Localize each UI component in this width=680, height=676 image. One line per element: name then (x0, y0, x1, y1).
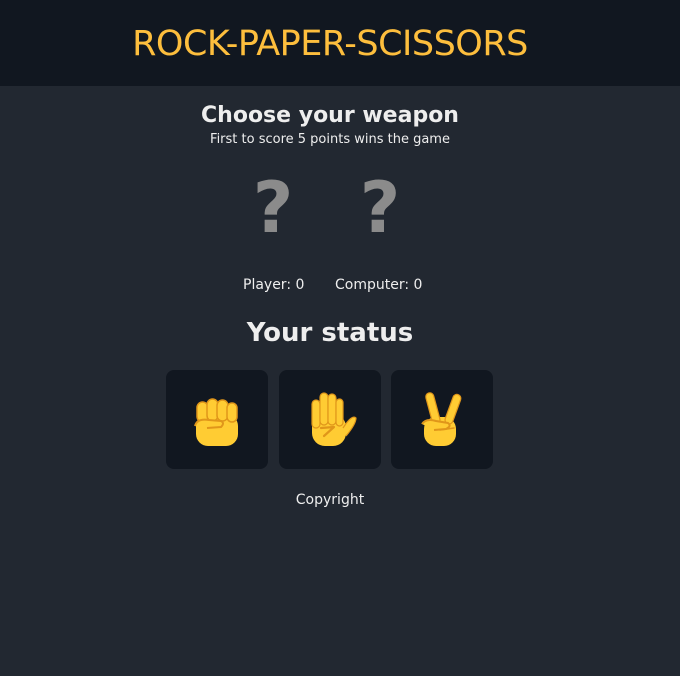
computer-score-label: Computer: (335, 277, 410, 293)
computer-score: Computer: 0 (335, 276, 422, 294)
computer-choice-question-icon: ? (359, 167, 401, 249)
player-choice-question-icon: ? (252, 167, 294, 249)
header-bar: ROCK-PAPER-SCISSORS (0, 0, 680, 86)
rules-subheading: First to score 5 points wins the game (210, 132, 450, 147)
computer-score-value: 0 (413, 277, 423, 293)
app-title: ROCK-PAPER-SCISSORS (132, 24, 528, 64)
victory-hand-icon (421, 392, 462, 446)
scissors-button[interactable] (391, 370, 493, 469)
raised-hand-icon (311, 392, 357, 446)
choose-weapon-heading: Choose your weapon (201, 103, 459, 128)
footer-copyright: Copyright (295, 492, 365, 508)
rock-button[interactable] (166, 370, 268, 469)
player-score-label: Player: (243, 277, 292, 293)
status-text: Your status (246, 318, 414, 348)
player-score: Player: 0 (243, 276, 304, 294)
player-score-value: 0 (295, 277, 305, 293)
paper-button[interactable] (279, 370, 381, 469)
fist-icon (194, 398, 238, 446)
